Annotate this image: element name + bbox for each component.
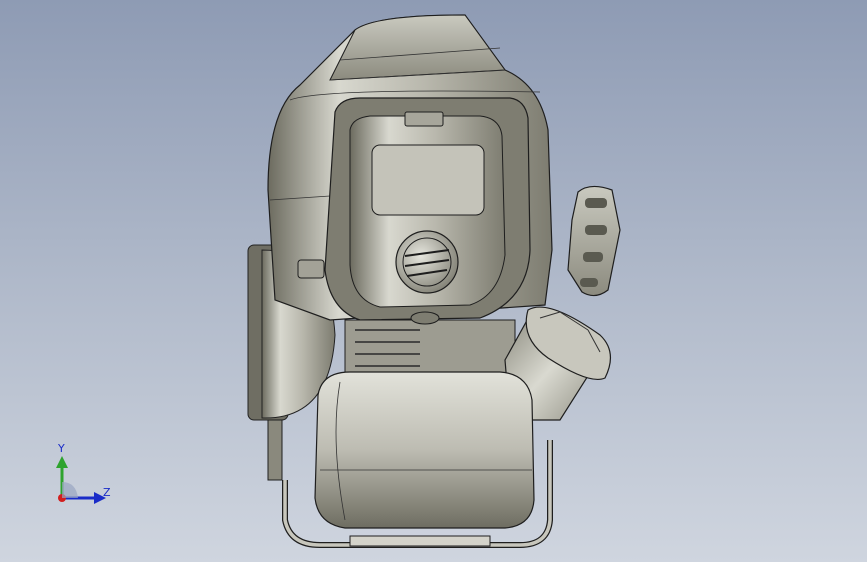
crankcase <box>344 311 516 376</box>
engine-model[interactable] <box>0 0 867 562</box>
side-bolt <box>297 259 325 279</box>
y-axis-arrow <box>56 456 68 468</box>
fuel-tank <box>314 371 535 529</box>
fuel-cap <box>395 230 459 294</box>
z-axis-label: Z <box>103 486 111 499</box>
starter-handle <box>567 185 621 297</box>
cad-viewport[interactable]: Y Z <box>0 0 867 562</box>
y-axis-label: Y <box>58 442 65 455</box>
